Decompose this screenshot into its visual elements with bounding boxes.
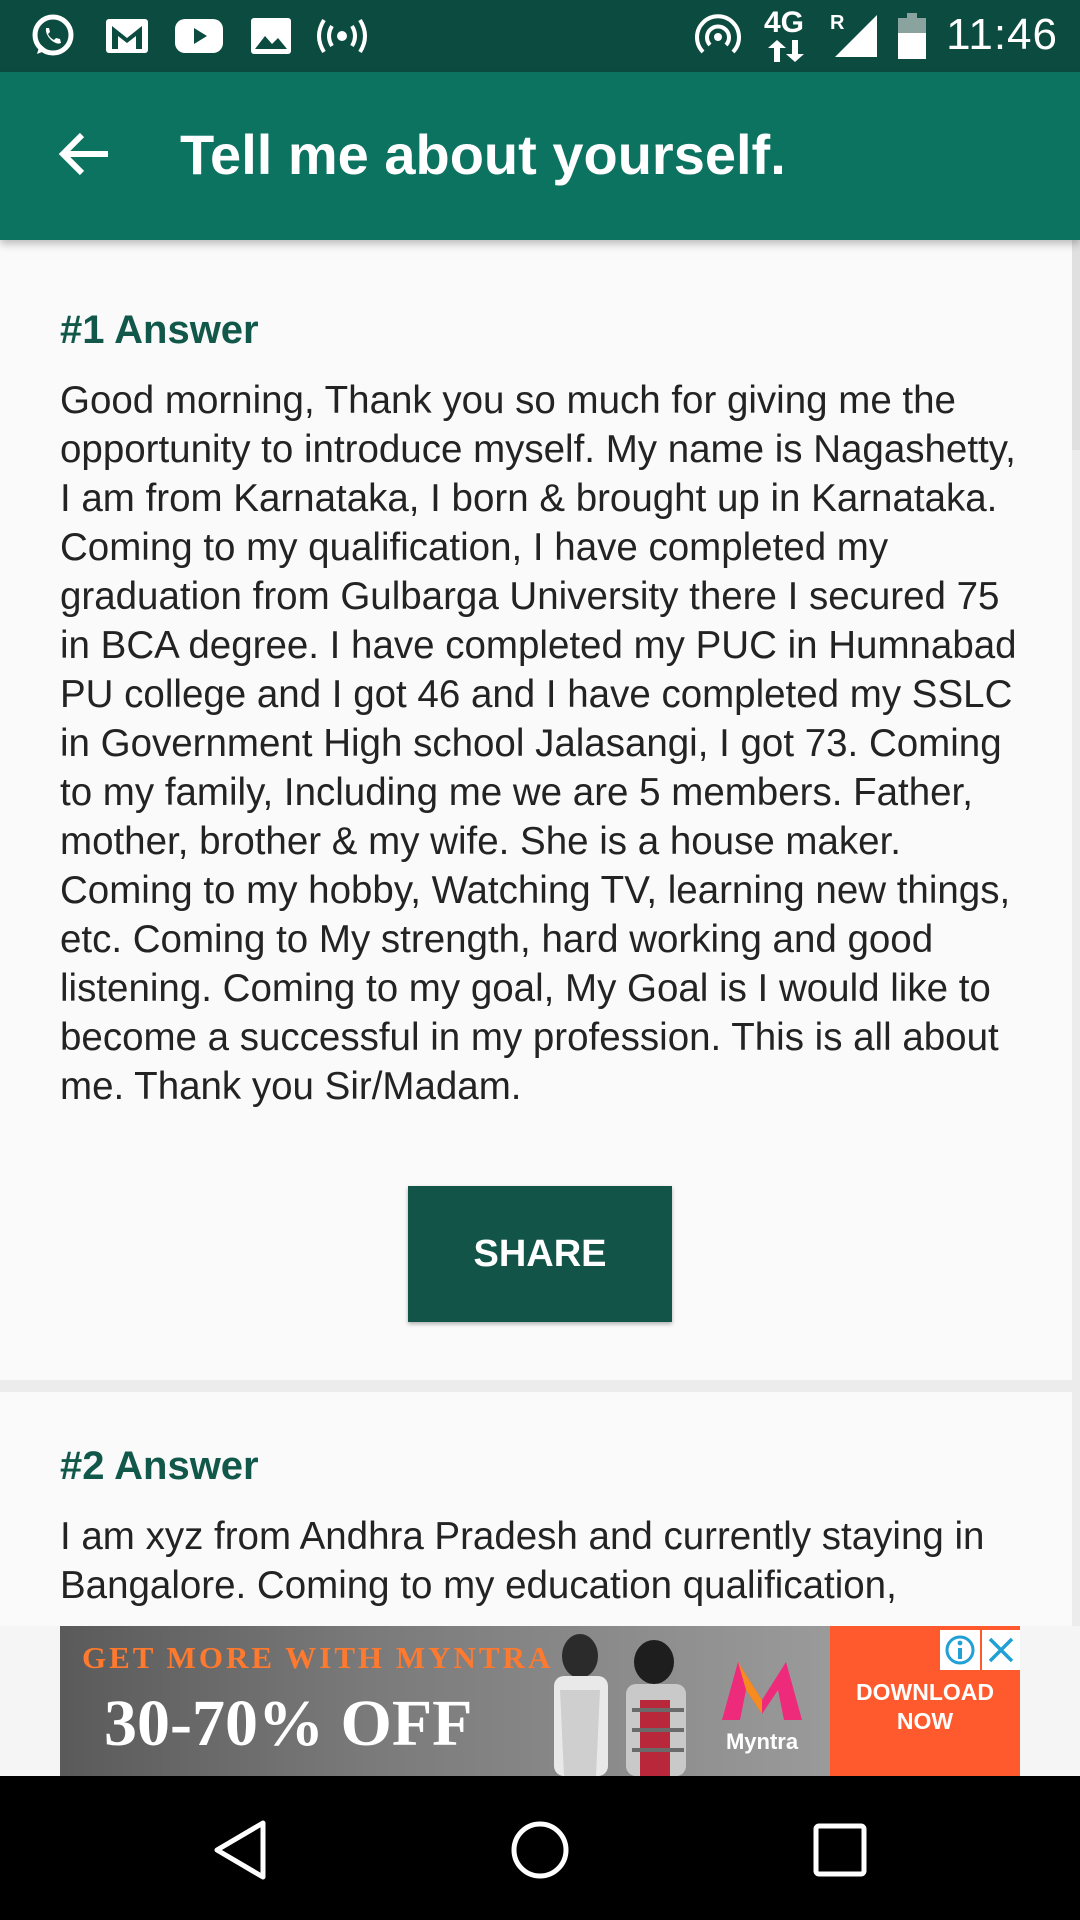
nav-recents-button[interactable] [800, 1812, 880, 1892]
ad-cta-label: DOWNLOAD NOW [856, 1679, 994, 1734]
answer-card-2: #2 Answer I am xyz from Andhra Pradesh a… [0, 1392, 1072, 1626]
broadcast-icon [312, 12, 372, 60]
ad-close-icon[interactable] [982, 1630, 1020, 1670]
recents-square-icon [812, 1822, 868, 1883]
app-bar: Tell me about yourself. [0, 72, 1080, 240]
battery-icon [896, 12, 928, 60]
nav-home-button[interactable] [500, 1812, 580, 1892]
answer-text: Good morning, Thank you so much for givi… [60, 379, 1017, 1108]
back-button[interactable] [44, 124, 124, 188]
gallery-icon [246, 12, 296, 60]
ad-models-image [554, 1634, 686, 1776]
myntra-logo: Myntra [712, 1654, 812, 1764]
share-button[interactable]: SHARE [408, 1186, 672, 1322]
ad-brand: Myntra [725, 1729, 799, 1754]
answer-card-1: #1 Answer Good morning, Thank you so muc… [0, 240, 1072, 1380]
youtube-icon [172, 12, 226, 60]
network-arrows-icon [764, 38, 808, 64]
adchoices-icon[interactable] [940, 1630, 980, 1670]
whatsapp-icon [26, 12, 80, 60]
answer-text: I am xyz from Andhra Pradesh and current… [60, 1515, 985, 1607]
ad-download-button[interactable]: DOWNLOAD NOW [830, 1626, 1020, 1776]
nav-back-button[interactable] [200, 1812, 280, 1892]
scroll-indicator [1072, 240, 1080, 450]
ad-tagline: GET MORE WITH MYNTRA [82, 1640, 554, 1675]
page-title: Tell me about yourself. [180, 123, 786, 186]
answer-heading: #1 Answer [60, 308, 259, 352]
ad-creative[interactable]: GET MORE WITH MYNTRA 30-70% OFF Myntra [60, 1626, 830, 1776]
ad-banner[interactable]: GET MORE WITH MYNTRA 30-70% OFF Myntra D… [60, 1626, 1020, 1776]
status-bar: 4G R 11:46 [0, 0, 1080, 72]
arrow-back-icon [58, 130, 110, 183]
ad-offer: 30-70% OFF [104, 1687, 473, 1760]
network-type: 4G [764, 6, 805, 39]
navigation-bar [0, 1776, 1080, 1920]
back-triangle-icon [211, 1819, 269, 1886]
answers-list[interactable]: #1 Answer Good morning, Thank you so muc… [0, 240, 1080, 1626]
clock: 11:46 [946, 10, 1058, 59]
hotspot-icon [692, 12, 744, 60]
signal-icon [834, 12, 878, 60]
answer-heading: #2 Answer [60, 1444, 259, 1488]
home-circle-icon [509, 1819, 571, 1886]
gmail-icon [100, 12, 154, 60]
